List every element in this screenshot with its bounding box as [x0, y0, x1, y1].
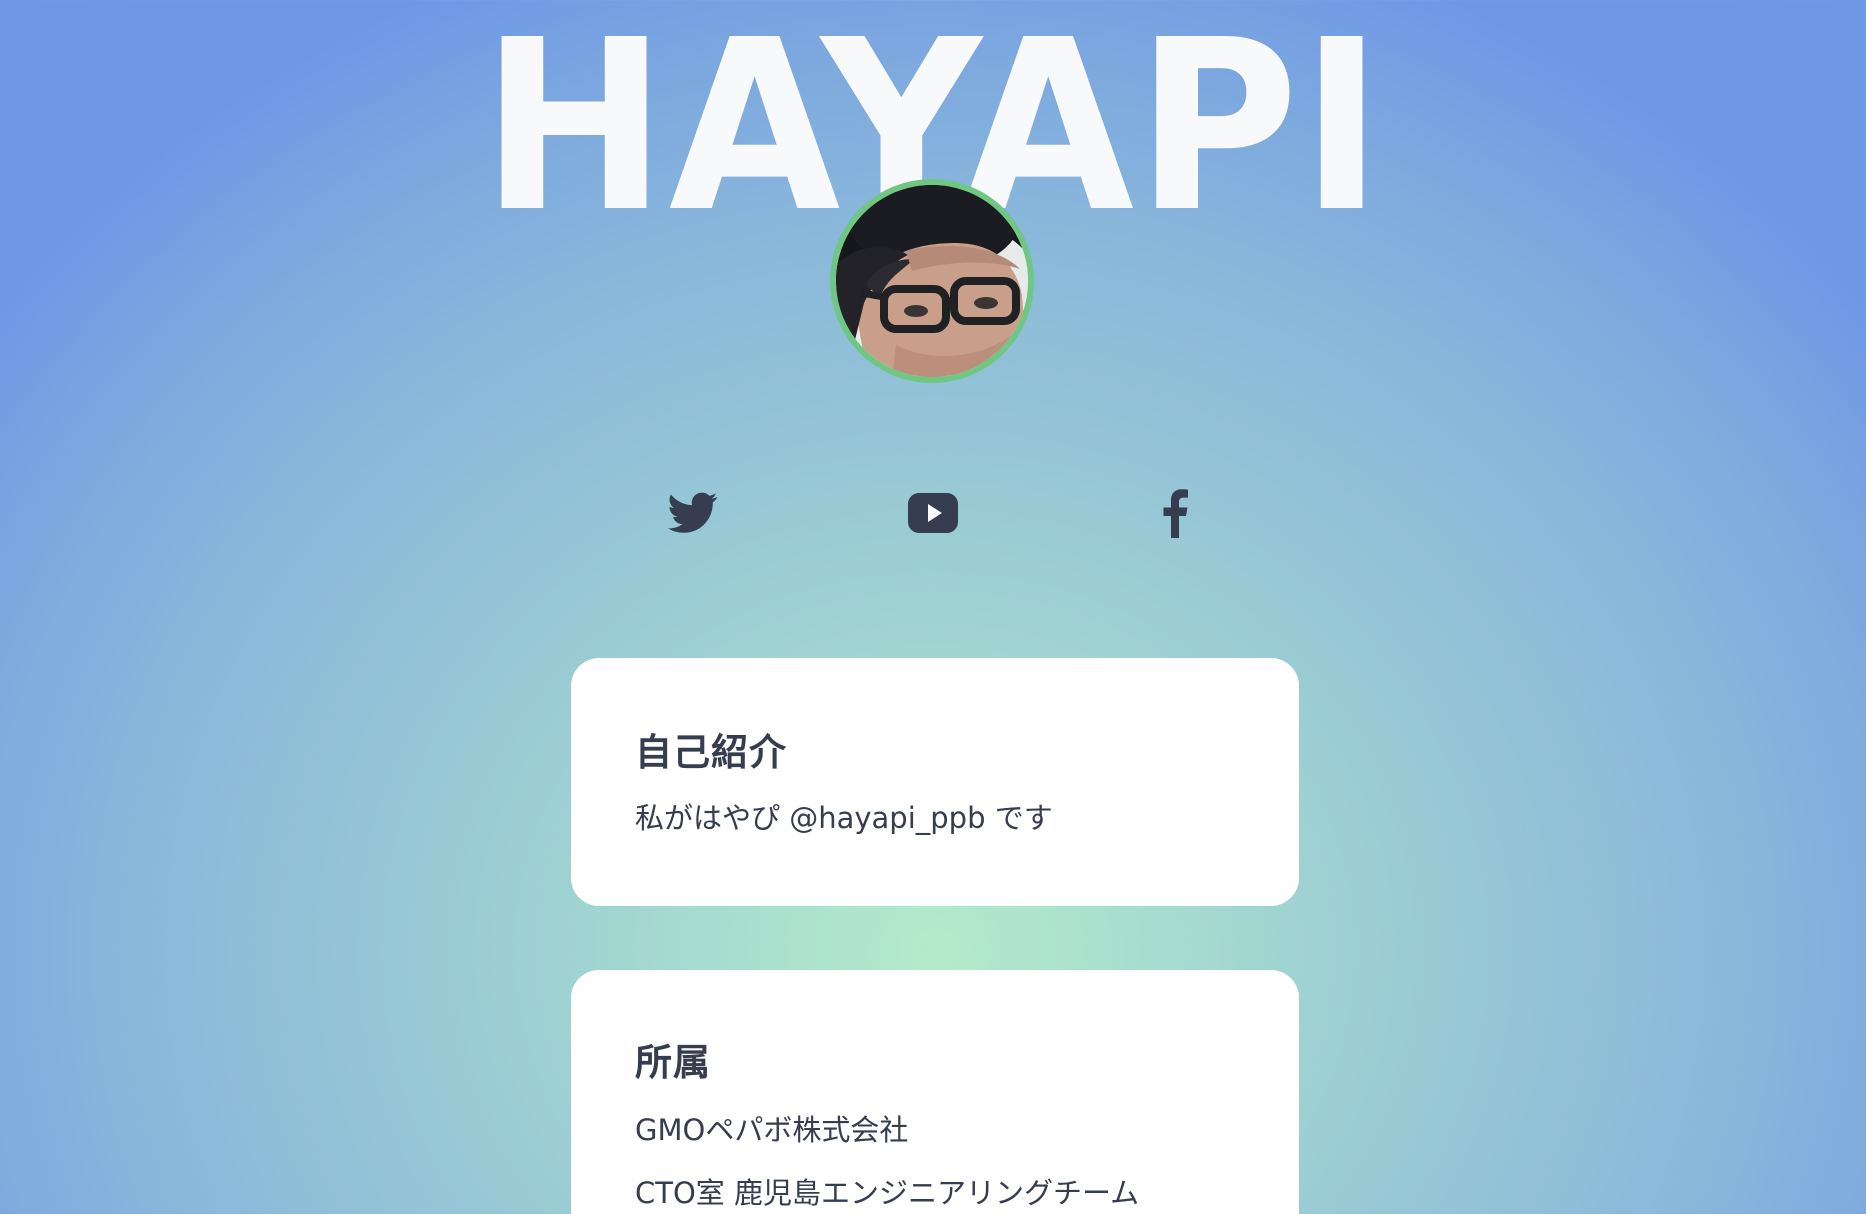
affiliation-card: 所属 GMOペパボ株式会社 CTO室 鹿児島エンジニアリングチーム [571, 970, 1299, 1214]
affiliation-heading: 所属 [635, 1041, 711, 1084]
affiliation-team: CTO室 鹿児島エンジニアリングチーム [635, 1176, 1140, 1210]
avatar [830, 179, 1034, 383]
intro-text: 私がはやぴ @hayapi_ppb です [635, 801, 1053, 835]
twitter-link[interactable] [663, 483, 723, 543]
affiliation-company: GMOペパボ株式会社 [635, 1113, 909, 1147]
profile-photo [836, 185, 1028, 377]
youtube-link[interactable] [903, 483, 963, 543]
facebook-link[interactable] [1145, 483, 1205, 543]
facebook-icon [1163, 489, 1188, 538]
intro-heading: 自己紹介 [635, 731, 787, 774]
twitter-icon [668, 492, 718, 533]
youtube-icon [908, 493, 958, 533]
intro-card: 自己紹介 私がはやぴ @hayapi_ppb です [571, 658, 1299, 906]
